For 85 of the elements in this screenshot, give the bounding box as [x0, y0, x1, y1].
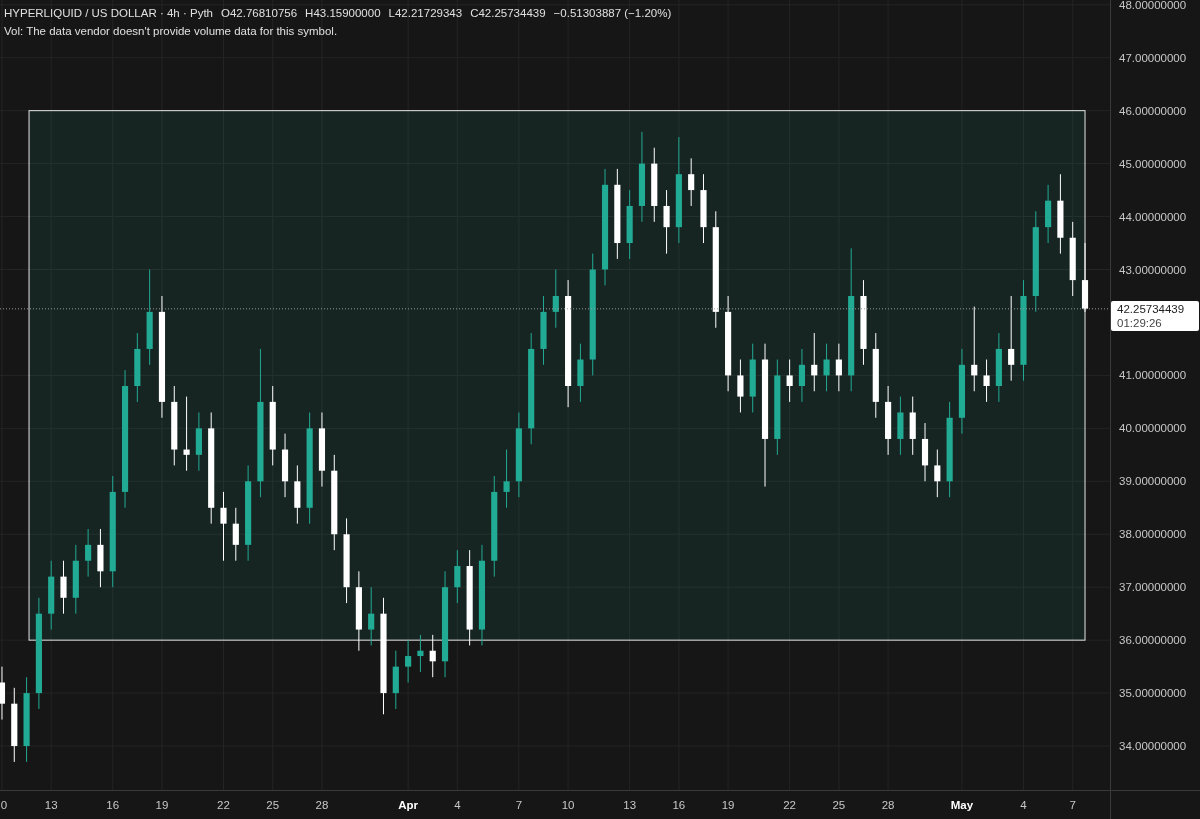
time-axis-label: 4 — [1020, 798, 1027, 812]
candlestick — [700, 173, 707, 244]
time-axis-label: 19 — [155, 798, 169, 812]
time-axis-label: 7 — [1069, 798, 1076, 812]
candlestick — [885, 385, 892, 456]
candlestick — [85, 528, 92, 578]
symbol-title: HYPERLIQUID / US DOLLAR · 4h · Pyth — [4, 6, 213, 20]
candlestick — [552, 269, 559, 329]
price-axis-label: 45.00000000 — [1119, 156, 1187, 171]
close-value: C42.25734439 — [470, 6, 546, 20]
candlestick — [429, 634, 436, 678]
candlestick — [909, 396, 916, 456]
candlestick — [195, 411, 202, 472]
time-axis-label: 13 — [623, 798, 637, 812]
volume-note: Vol: The data vendor doesn't provide volume data for this symbol. — [4, 24, 339, 38]
open-value: O42.76810756 — [221, 6, 298, 20]
candlestick — [811, 332, 818, 392]
price-axis-label: 35.00000000 — [1119, 686, 1187, 701]
candlestick — [663, 189, 670, 255]
candlestick — [281, 433, 289, 498]
time-axis-label: 25 — [266, 798, 280, 812]
candlestick — [392, 650, 399, 710]
time-axis-label: May — [950, 798, 974, 812]
low-value: L42.21729343 — [388, 6, 463, 20]
candlestick — [60, 560, 67, 615]
candlestick — [983, 359, 990, 403]
price-axis-label: 41.00000000 — [1119, 368, 1187, 383]
candlestick — [232, 507, 239, 562]
time-axis-label: 22 — [783, 798, 796, 812]
candlestick — [405, 639, 412, 683]
time-axis-label: 4 — [454, 798, 461, 812]
change-value: −0.51303887 (−1.20%) — [553, 6, 672, 20]
candlestick — [921, 422, 929, 482]
price-axis-label: 39.00000000 — [1119, 474, 1187, 489]
price-axis-label: 44.00000000 — [1119, 209, 1187, 224]
candlestick — [368, 586, 375, 646]
price-axis-label: 34.00000000 — [1119, 739, 1187, 754]
candlestick — [72, 544, 79, 615]
candlestick — [503, 449, 510, 509]
candlestick — [798, 348, 805, 403]
price-axis-label: 43.00000000 — [1119, 262, 1187, 277]
candlestick — [897, 396, 904, 456]
candlestick — [1081, 242, 1089, 313]
candlestick — [626, 189, 633, 260]
candlestick — [134, 332, 141, 403]
time-axis-label: 22 — [217, 798, 230, 812]
candlestick — [749, 343, 756, 413]
candlestick — [0, 666, 6, 721]
time-axis-label: Apr — [398, 798, 418, 812]
price-axis-label: 48.00000000 — [1119, 0, 1187, 12]
time-axis-label: 16 — [672, 798, 686, 812]
time-axis-label: 25 — [832, 798, 846, 812]
time-axis-label: 16 — [106, 798, 120, 812]
candlestick — [577, 343, 584, 403]
price-axis-label: 38.00000000 — [1119, 527, 1187, 542]
candlestick — [995, 332, 1002, 403]
candlestick — [786, 359, 793, 403]
last-price: 42.25734439 — [1117, 301, 1186, 316]
bar-countdown: 01:29:26 — [1117, 315, 1163, 330]
time-axis-label: 28 — [315, 798, 329, 812]
time-axis-label: 13 — [44, 798, 58, 812]
price-axis-label: 36.00000000 — [1119, 633, 1187, 648]
price-axis-label: 37.00000000 — [1119, 580, 1187, 595]
candlestick — [294, 464, 301, 525]
candlestick — [688, 157, 695, 207]
candlestick — [454, 549, 461, 604]
candlestick — [1045, 184, 1052, 244]
price-axis-label: 40.00000000 — [1119, 421, 1187, 436]
candlestick — [823, 343, 830, 392]
candlestick — [417, 634, 424, 673]
time-axis-label: 0 — [0, 798, 8, 812]
candlestick — [540, 295, 547, 366]
time-axis-label: 10 — [561, 798, 575, 812]
candlestick — [737, 359, 744, 413]
price-axis-label: 47.00000000 — [1119, 50, 1187, 65]
time-axis-label: 7 — [515, 798, 523, 812]
price-axis-label: 46.00000000 — [1119, 103, 1187, 118]
candlestick — [220, 491, 227, 562]
candlestick — [97, 528, 104, 588]
time-axis-label: 19 — [721, 798, 735, 812]
candlestick — [48, 560, 55, 631]
time-axis-label: 28 — [881, 798, 895, 812]
candlestick — [934, 449, 941, 498]
high-value: H43.15900000 — [305, 6, 381, 20]
candlestick — [835, 343, 842, 392]
